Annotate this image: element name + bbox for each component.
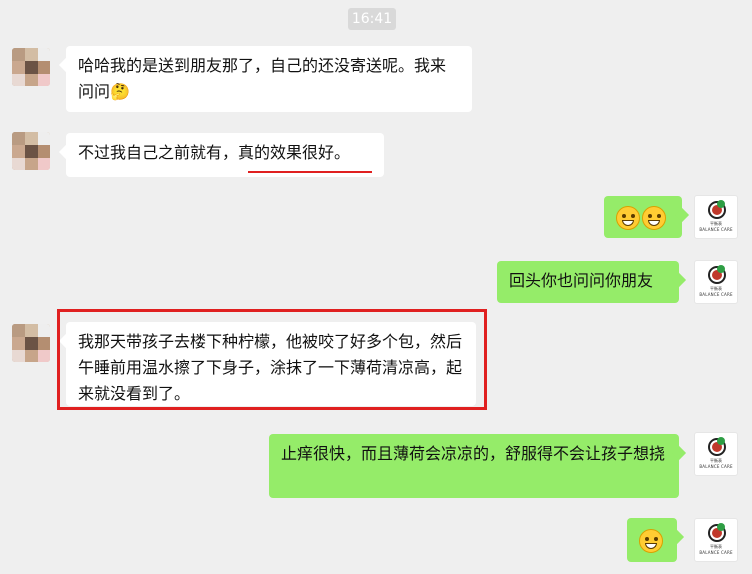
- timestamp: 16:41: [348, 8, 396, 30]
- message-text: 不过我自己之前就有，真的效果很好。: [78, 143, 351, 162]
- brand-name-en: BALANCE CARE: [699, 292, 733, 297]
- message-bubble[interactable]: 我那天带孩子去楼下种柠檬，他被咬了好多个包，然后午睡前用温水擦了下身子，涂抹了一…: [66, 322, 476, 406]
- grin-emoji-icon: [642, 205, 666, 230]
- brand-logo-icon: [708, 437, 726, 456]
- message-bubble[interactable]: 回头你也问问你朋友: [497, 261, 679, 303]
- brand-name-en: BALANCE CARE: [699, 227, 733, 232]
- message-bubble[interactable]: 止痒很快，而且薄荷会凉凉的，舒服得不会让孩子想挠: [269, 434, 679, 498]
- contact-avatar[interactable]: [12, 132, 50, 170]
- brand-logo-icon: [708, 523, 726, 542]
- grin-emoji-icon: [616, 205, 640, 230]
- grin-emoji-icon: [639, 528, 663, 553]
- message-bubble[interactable]: [604, 196, 682, 238]
- message-bubble[interactable]: [627, 518, 677, 562]
- contact-avatar[interactable]: [12, 324, 50, 362]
- contact-avatar[interactable]: [12, 48, 50, 86]
- self-avatar[interactable]: 平衡表 BALANCE CARE: [694, 432, 738, 476]
- self-avatar[interactable]: 平衡表 BALANCE CARE: [694, 518, 738, 562]
- message-text: 止痒很快，而且薄荷会凉凉的，舒服得不会让孩子想挠: [281, 444, 666, 463]
- brand-logo-icon: [708, 200, 726, 219]
- brand-logo-icon: [708, 265, 726, 284]
- brand-name-en: BALANCE CARE: [699, 550, 733, 555]
- message-text: 我那天带孩子去楼下种柠檬，他被咬了好多个包，然后午睡前用温水擦了下身子，涂抹了一…: [78, 332, 463, 403]
- message-bubble[interactable]: 哈哈我的是送到朋友那了，自己的还没寄送呢。我来问问🤔: [66, 46, 472, 112]
- self-avatar[interactable]: 平衡表 BALANCE CARE: [694, 195, 738, 239]
- brand-name-en: BALANCE CARE: [699, 464, 733, 469]
- red-underline: [248, 171, 372, 173]
- self-avatar[interactable]: 平衡表 BALANCE CARE: [694, 260, 738, 304]
- message-text: 回头你也问问你朋友: [509, 271, 654, 290]
- message-text: 哈哈我的是送到朋友那了，自己的还没寄送呢。我来问问🤔: [78, 56, 447, 101]
